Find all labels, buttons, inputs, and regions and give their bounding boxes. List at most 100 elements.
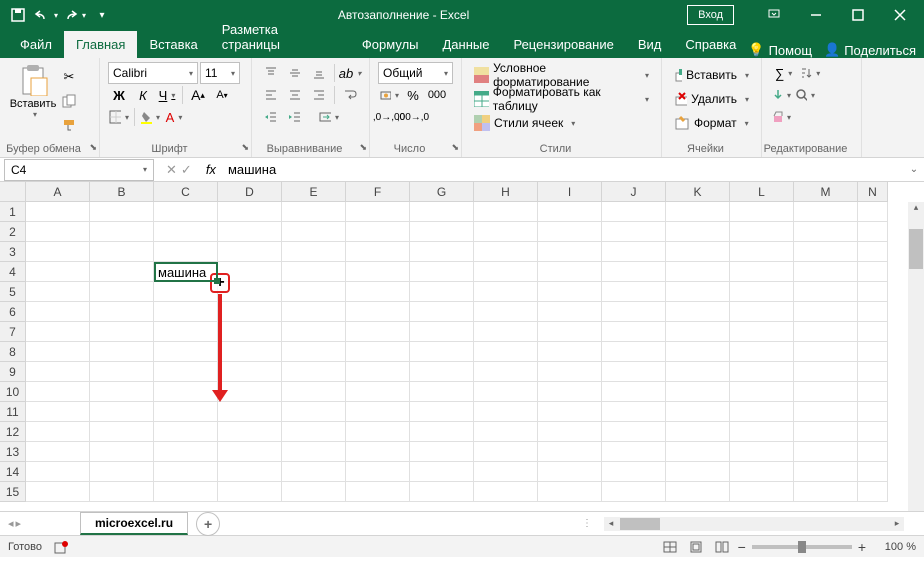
row-header[interactable]: 5 <box>0 282 26 302</box>
cell[interactable] <box>218 202 282 222</box>
row-header[interactable]: 15 <box>0 482 26 502</box>
cell[interactable] <box>410 222 474 242</box>
cell[interactable] <box>410 422 474 442</box>
column-header[interactable]: M <box>794 182 858 202</box>
maximize-button[interactable] <box>838 1 878 29</box>
number-format-combo[interactable]: Общий▾ <box>378 62 453 84</box>
name-box[interactable]: C4▾ <box>4 159 154 181</box>
cell[interactable] <box>346 402 410 422</box>
cell[interactable] <box>602 202 666 222</box>
cell[interactable] <box>346 262 410 282</box>
cell[interactable] <box>794 402 858 422</box>
cell[interactable] <box>666 362 730 382</box>
row-header[interactable]: 8 <box>0 342 26 362</box>
cell[interactable] <box>346 342 410 362</box>
column-header[interactable]: B <box>90 182 154 202</box>
column-header[interactable]: E <box>282 182 346 202</box>
cell[interactable] <box>218 242 282 262</box>
underline-button[interactable]: Ч▾ <box>156 84 178 106</box>
cell[interactable] <box>474 222 538 242</box>
cell[interactable] <box>90 482 154 502</box>
align-left-button[interactable] <box>260 84 282 106</box>
cell[interactable] <box>282 302 346 322</box>
cell[interactable] <box>282 382 346 402</box>
font-size-combo[interactable]: 11▾ <box>200 62 240 84</box>
cell[interactable] <box>26 262 90 282</box>
increase-indent-button[interactable] <box>284 106 306 128</box>
select-all-corner[interactable] <box>0 182 26 202</box>
cell[interactable] <box>794 242 858 262</box>
column-header[interactable]: A <box>26 182 90 202</box>
cell[interactable] <box>346 302 410 322</box>
cell[interactable] <box>730 262 794 282</box>
horizontal-scrollbar[interactable]: ◂ ▸ <box>604 517 904 531</box>
cell[interactable] <box>26 302 90 322</box>
cell[interactable] <box>26 342 90 362</box>
cell[interactable] <box>154 462 218 482</box>
format-painter-button[interactable] <box>58 114 80 136</box>
cell[interactable] <box>730 382 794 402</box>
cell[interactable] <box>794 362 858 382</box>
cell[interactable] <box>90 222 154 242</box>
cell[interactable] <box>666 462 730 482</box>
cell[interactable] <box>282 402 346 422</box>
cell[interactable] <box>154 322 218 342</box>
cell[interactable] <box>858 342 888 362</box>
cell[interactable] <box>538 382 602 402</box>
row-header[interactable]: 12 <box>0 422 26 442</box>
cell[interactable] <box>26 242 90 262</box>
column-header[interactable]: N <box>858 182 888 202</box>
column-header[interactable]: F <box>346 182 410 202</box>
cell[interactable] <box>666 302 730 322</box>
spreadsheet-grid[interactable]: ABCDEFGHIJKLMN 123456789101112131415 маш… <box>0 182 924 511</box>
cell[interactable] <box>346 322 410 342</box>
clipboard-launcher[interactable]: ⬊ <box>89 142 97 153</box>
cell[interactable] <box>282 282 346 302</box>
cell[interactable] <box>666 262 730 282</box>
cell[interactable] <box>154 342 218 362</box>
cell[interactable] <box>282 242 346 262</box>
row-header[interactable]: 7 <box>0 322 26 342</box>
cell[interactable] <box>602 322 666 342</box>
cell[interactable] <box>346 422 410 442</box>
cell[interactable] <box>474 202 538 222</box>
cell[interactable] <box>602 382 666 402</box>
fill-color-button[interactable]: ▾ <box>139 106 161 128</box>
cell[interactable] <box>538 202 602 222</box>
cell[interactable] <box>538 362 602 382</box>
cell[interactable] <box>218 322 282 342</box>
row-header[interactable]: 3 <box>0 242 26 262</box>
borders-button[interactable]: ▾ <box>108 106 130 128</box>
cell[interactable] <box>26 282 90 302</box>
cell[interactable] <box>26 382 90 402</box>
cell[interactable] <box>858 482 888 502</box>
page-break-view-button[interactable] <box>712 539 732 555</box>
cell[interactable] <box>730 242 794 262</box>
cell[interactable] <box>730 442 794 462</box>
cell[interactable] <box>794 382 858 402</box>
cell[interactable] <box>666 202 730 222</box>
expand-formula-bar[interactable]: ⌄ <box>904 164 924 175</box>
cell[interactable] <box>154 302 218 322</box>
cell[interactable] <box>666 422 730 442</box>
cell[interactable] <box>794 482 858 502</box>
cell[interactable] <box>538 422 602 442</box>
cancel-formula-icon[interactable]: ✕ <box>166 162 177 178</box>
cell[interactable] <box>410 202 474 222</box>
cell[interactable] <box>474 442 538 462</box>
cell[interactable] <box>90 342 154 362</box>
delete-cells-button[interactable]: Удалить▾ <box>670 88 753 110</box>
align-middle-button[interactable] <box>284 62 306 84</box>
close-button[interactable] <box>880 1 920 29</box>
cell[interactable] <box>410 442 474 462</box>
copy-button[interactable] <box>58 90 80 112</box>
cell[interactable] <box>730 462 794 482</box>
sheet-tab-active[interactable]: microexcel.ru <box>80 512 188 535</box>
cell[interactable] <box>666 282 730 302</box>
cell[interactable] <box>858 262 888 282</box>
cell[interactable]: машина <box>154 262 218 282</box>
cell[interactable] <box>858 242 888 262</box>
tell-me[interactable]: 💡Помощ <box>748 42 812 58</box>
cell[interactable] <box>218 362 282 382</box>
insert-cells-button[interactable]: Вставить▾ <box>670 64 753 86</box>
